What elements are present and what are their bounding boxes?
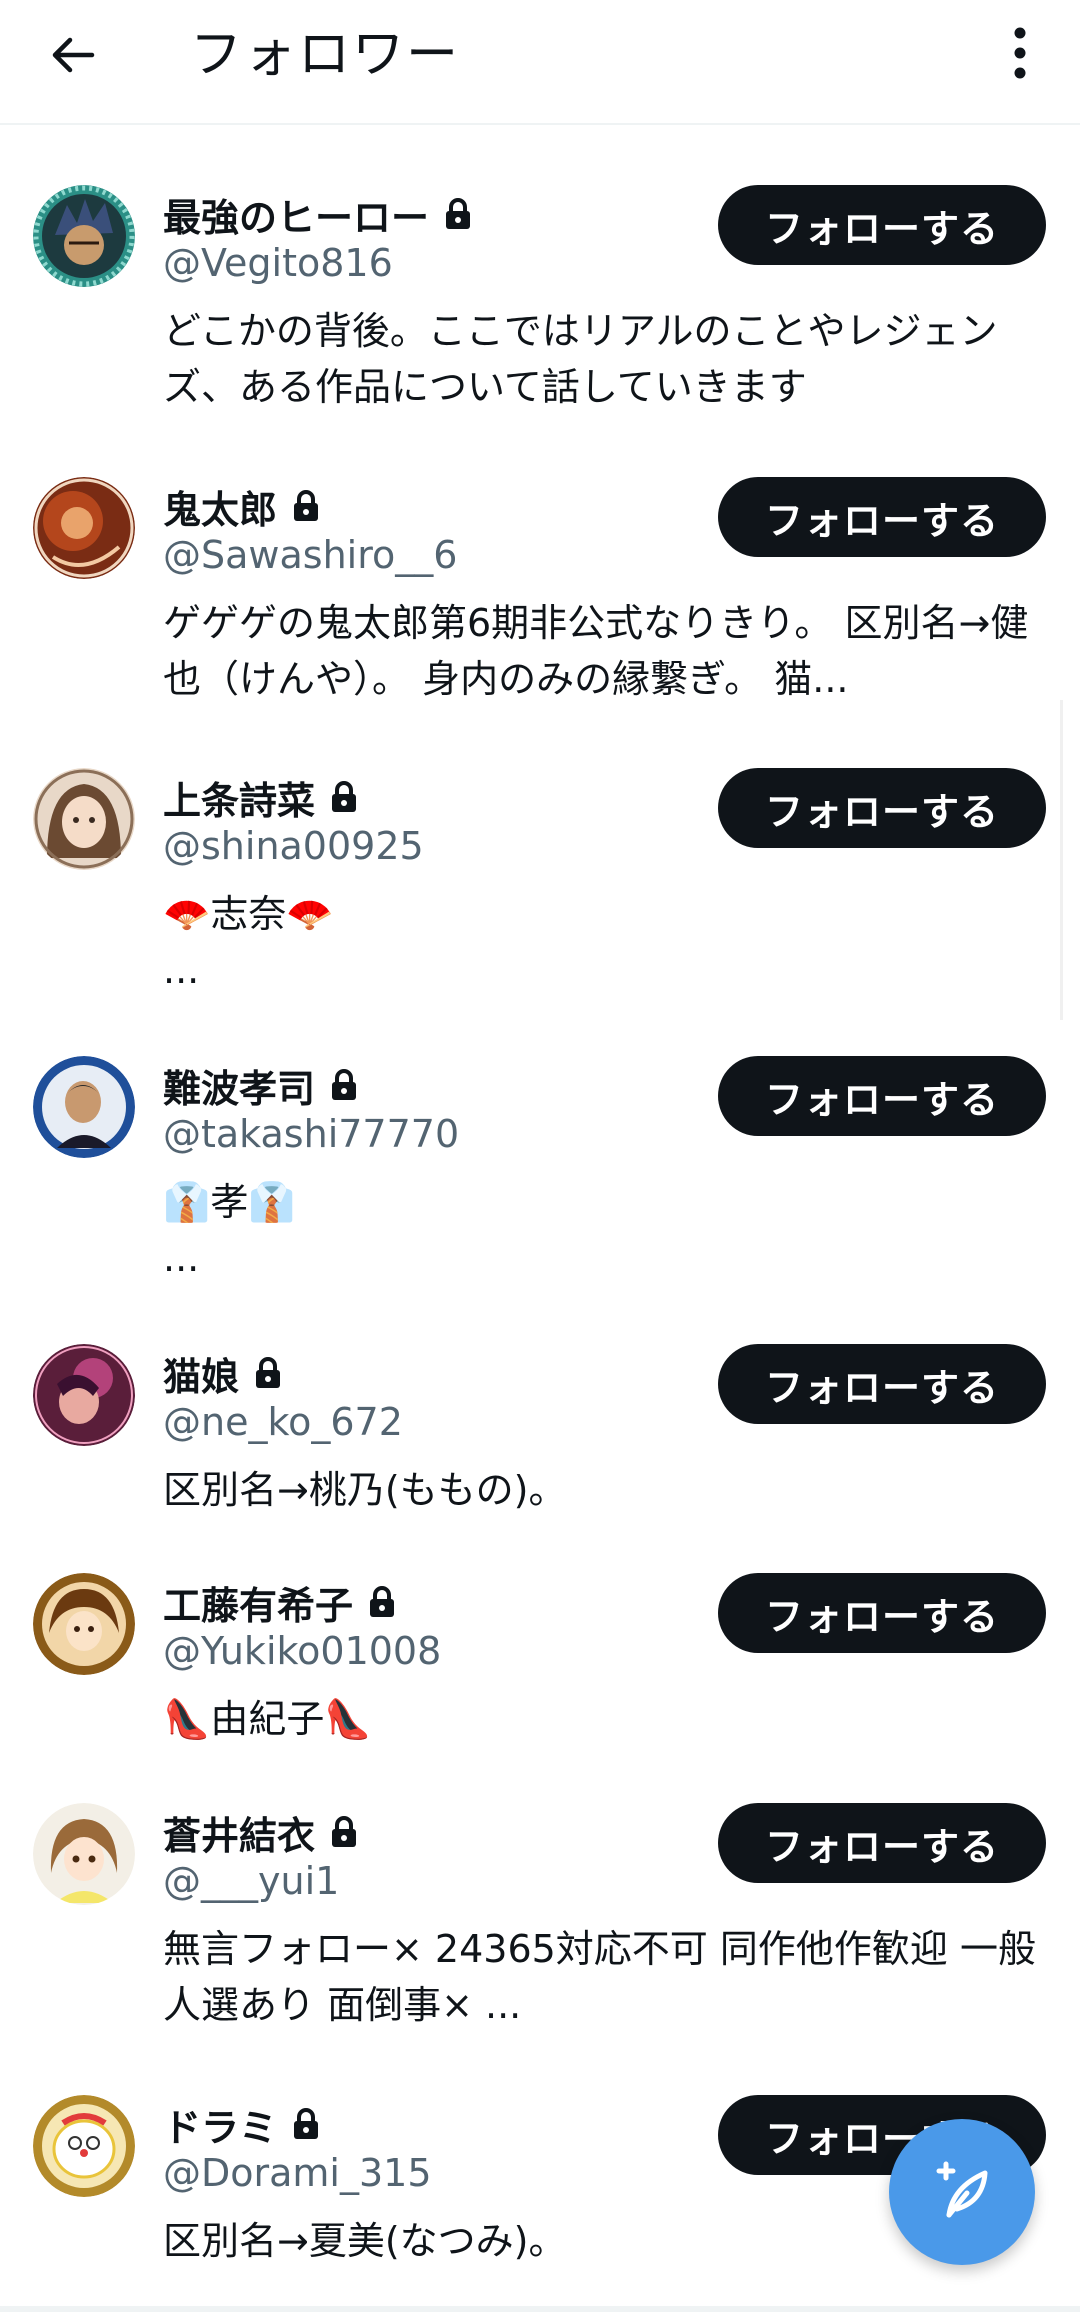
lock-icon [446, 198, 471, 229]
follower-row[interactable]: 猫娘 @ne_ko_672 区別名→桃乃(ももの)。 フォローする [0, 1284, 1080, 1519]
page-title: フォロワー [190, 25, 461, 85]
avatar[interactable] [33, 1056, 135, 1158]
follower-row[interactable]: 蒼井結衣 @___yui1 無言フォロー× 24365対応不可 同作他作歓迎 一… [0, 1743, 1080, 2033]
user-handle: @Sawashiro__6 [163, 533, 458, 577]
follow-button[interactable]: フォローする [718, 1803, 1046, 1883]
follow-button[interactable]: フォローする [718, 768, 1046, 848]
follow-button[interactable]: フォローする [718, 1056, 1046, 1136]
lock-icon [294, 2108, 319, 2139]
name-line: 難波孝司 [163, 1059, 359, 1111]
user-bio: 🪭志奈🪭 ... [163, 892, 334, 992]
more-options-button[interactable] [1000, 20, 1040, 86]
user-bio: どこかの背後。ここではリアルのことやレジェンズ、ある作品について話していきます [163, 309, 998, 409]
display-name: 蒼井結衣 [163, 1813, 316, 1858]
follow-button[interactable]: フォローする [718, 477, 1046, 557]
avatar[interactable] [33, 1344, 135, 1446]
arrow-left-icon [52, 37, 95, 73]
follower-row[interactable]: 難波孝司 @takashi77770 👔孝👔 ... フォローする [0, 996, 1080, 1284]
user-handle: @shina00925 [163, 824, 424, 868]
avatar[interactable] [33, 477, 135, 579]
follow-button[interactable]: フォローする [718, 1344, 1046, 1424]
follower-row[interactable]: 工藤有希子 @Yukiko01008 👠由紀子👠 フォローする [0, 1513, 1080, 1743]
follow-button[interactable]: フォローする [718, 1573, 1046, 1653]
name-line: 最強のヒーロー [163, 188, 473, 240]
display-name: ドラミ [163, 2105, 278, 2150]
user-handle: @Dorami_315 [163, 2151, 432, 2195]
lock-icon [370, 1586, 395, 1617]
follow-button[interactable]: フォローする [718, 185, 1046, 265]
user-bio: 区別名→桃乃(ももの)。 [163, 1468, 567, 1512]
user-bio: 👠由紀子👠 [163, 1697, 372, 1741]
compose-button[interactable] [889, 2119, 1035, 2265]
avatar[interactable] [33, 185, 135, 287]
user-handle: @Yukiko01008 [163, 1629, 442, 1673]
display-name: 鬼太郎 [163, 487, 278, 532]
display-name: 最強のヒーロー [163, 195, 430, 240]
name-line: 猫娘 [163, 1347, 283, 1399]
lock-icon [332, 781, 357, 812]
user-handle: @takashi77770 [163, 1112, 460, 1156]
name-line: ドラミ [163, 2098, 321, 2150]
name-line: 上条詩菜 [163, 771, 359, 823]
follower-row[interactable]: 鬼太郎 @Sawashiro__6 ゲゲゲの鬼太郎第6期非公式なりきり。 区別名… [0, 417, 1080, 705]
top-app-bar: フォロワー [0, 0, 1080, 125]
name-line: 工藤有希子 [163, 1576, 397, 1628]
followers-screen: フォロワー 最強のヒーロー @Vegito816 どこかの背後。ここではリアルの… [0, 0, 1080, 2312]
user-handle: @ne_ko_672 [163, 1400, 403, 1444]
scrollbar[interactable] [1060, 700, 1063, 1020]
user-bio: 無言フォロー× 24365対応不可 同作他作歓迎 一般人選あり 面倒事× ... [163, 1927, 1036, 2027]
display-name: 工藤有希子 [163, 1583, 354, 1628]
follower-row[interactable]: 最強のヒーロー @Vegito816 どこかの背後。ここではリアルのことやレジェ… [0, 125, 1080, 410]
bottom-divider [0, 2306, 1080, 2312]
lock-icon [294, 490, 319, 521]
name-line: 蒼井結衣 [163, 1806, 359, 1858]
back-button[interactable] [40, 22, 106, 88]
display-name: 猫娘 [163, 1354, 240, 1399]
user-bio: ゲゲゲの鬼太郎第6期非公式なりきり。 区別名→健也（けんや）。 身内のみの縁繋ぎ… [163, 601, 1029, 701]
avatar[interactable] [33, 1573, 135, 1675]
lock-icon [256, 1357, 281, 1388]
name-line: 鬼太郎 [163, 480, 321, 532]
avatar[interactable] [33, 2095, 135, 2197]
user-handle: @Vegito816 [163, 241, 393, 285]
display-name: 難波孝司 [163, 1066, 316, 1111]
avatar[interactable] [33, 768, 135, 870]
user-bio: 👔孝👔 ... [163, 1180, 296, 1280]
lock-icon [332, 1816, 357, 1847]
more-vertical-icon [1014, 27, 1026, 79]
avatar[interactable] [33, 1803, 135, 1905]
display-name: 上条詩菜 [163, 778, 316, 823]
follower-row[interactable]: 上条詩菜 @shina00925 🪭志奈🪭 ... フォローする [0, 708, 1080, 996]
lock-icon [332, 1069, 357, 1100]
compose-feather-plus-icon [936, 2161, 988, 2218]
user-handle: @___yui1 [163, 1859, 340, 1903]
